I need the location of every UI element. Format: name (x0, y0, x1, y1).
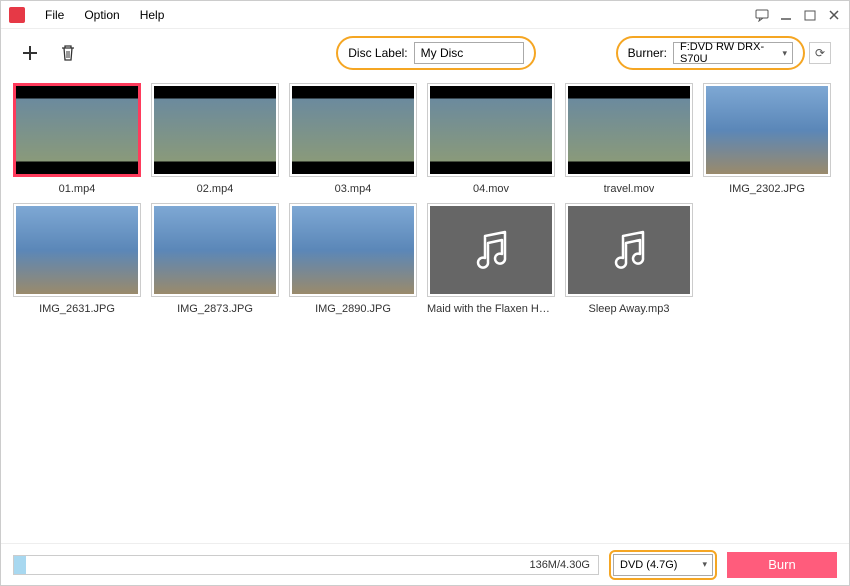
item-label: IMG_2302.JPG (729, 183, 805, 195)
gallery: 01.mp4 02.mp4 03.mp4 04.mov travel.mov IMG_23… (1, 77, 849, 543)
item-label: Sleep Away.mp3 (589, 303, 670, 315)
audio-thumbnail (568, 206, 690, 294)
thumbnail[interactable] (13, 83, 141, 177)
item-label: IMG_2873.JPG (177, 303, 253, 315)
video-thumbnail (430, 86, 552, 174)
item-label: travel.mov (604, 183, 655, 195)
burner-dropdown[interactable]: F:DVD RW DRX-S70U (673, 42, 793, 64)
photo-thumbnail (154, 206, 276, 294)
refresh-button[interactable]: ⟳ (809, 42, 831, 64)
item-label: IMG_2890.JPG (315, 303, 391, 315)
burner-text: Burner: (628, 46, 667, 60)
gallery-item[interactable]: Sleep Away.mp3 (563, 203, 695, 315)
menu-file[interactable]: File (35, 8, 74, 22)
menu-option[interactable]: Option (74, 8, 129, 22)
disc-type-dropdown[interactable]: DVD (4.7G) (613, 554, 713, 576)
feedback-icon[interactable] (755, 8, 769, 22)
gallery-item[interactable]: 04.mov (425, 83, 557, 195)
delete-button[interactable] (57, 42, 79, 64)
item-label: 02.mp4 (197, 183, 234, 195)
gallery-item[interactable]: 03.mp4 (287, 83, 419, 195)
add-button[interactable] (19, 42, 41, 64)
audio-thumbnail (430, 206, 552, 294)
video-thumbnail (154, 86, 276, 174)
burn-button[interactable]: Burn (727, 552, 837, 578)
close-icon[interactable] (827, 8, 841, 22)
thumbnail[interactable] (289, 83, 417, 177)
minimize-icon[interactable] (779, 8, 793, 22)
disc-label-text: Disc Label: (348, 46, 407, 60)
gallery-item[interactable]: 02.mp4 (149, 83, 281, 195)
gallery-item[interactable]: 01.mp4 (11, 83, 143, 195)
capacity-fill (14, 556, 26, 574)
gallery-item[interactable]: IMG_2873.JPG (149, 203, 281, 315)
video-thumbnail (16, 86, 138, 174)
thumbnail[interactable] (151, 203, 279, 297)
photo-thumbnail (706, 86, 828, 174)
maximize-icon[interactable] (803, 8, 817, 22)
video-thumbnail (568, 86, 690, 174)
item-label: 03.mp4 (335, 183, 372, 195)
gallery-item[interactable]: Maid with the Flaxen Hair.mp3 (425, 203, 557, 315)
item-label: IMG_2631.JPG (39, 303, 115, 315)
disc-label-input[interactable] (414, 42, 524, 64)
thumbnail[interactable] (565, 83, 693, 177)
item-label: 04.mov (473, 183, 509, 195)
thumbnail[interactable] (427, 83, 555, 177)
thumbnail[interactable] (427, 203, 555, 297)
capacity-text: 136M/4.30G (529, 559, 590, 571)
thumbnail[interactable] (151, 83, 279, 177)
photo-thumbnail (292, 206, 414, 294)
burner-group: Burner: F:DVD RW DRX-S70U (616, 36, 805, 70)
thumbnail[interactable] (703, 83, 831, 177)
gallery-item[interactable]: IMG_2302.JPG (701, 83, 833, 195)
gallery-item[interactable]: IMG_2631.JPG (11, 203, 143, 315)
thumbnail[interactable] (565, 203, 693, 297)
photo-thumbnail (16, 206, 138, 294)
gallery-item[interactable]: IMG_2890.JPG (287, 203, 419, 315)
thumbnail[interactable] (13, 203, 141, 297)
video-thumbnail (292, 86, 414, 174)
thumbnail[interactable] (289, 203, 417, 297)
menu-help[interactable]: Help (130, 8, 175, 22)
disc-label-group: Disc Label: (336, 36, 535, 70)
item-label: 01.mp4 (59, 183, 96, 195)
capacity-bar: 136M/4.30G (13, 555, 599, 575)
item-label: Maid with the Flaxen Hair.mp3 (427, 303, 555, 315)
app-icon (9, 7, 25, 23)
gallery-item[interactable]: travel.mov (563, 83, 695, 195)
